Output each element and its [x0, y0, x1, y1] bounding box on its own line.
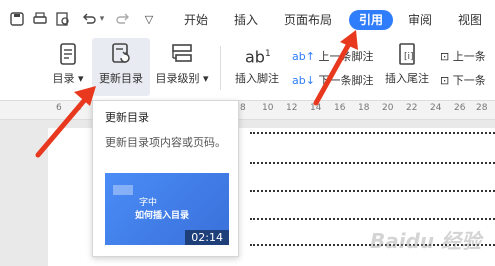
arrow-to-references-tab [313, 30, 358, 106]
arrow-to-update-toc [35, 86, 96, 158]
annotation-arrows [35, 30, 358, 158]
